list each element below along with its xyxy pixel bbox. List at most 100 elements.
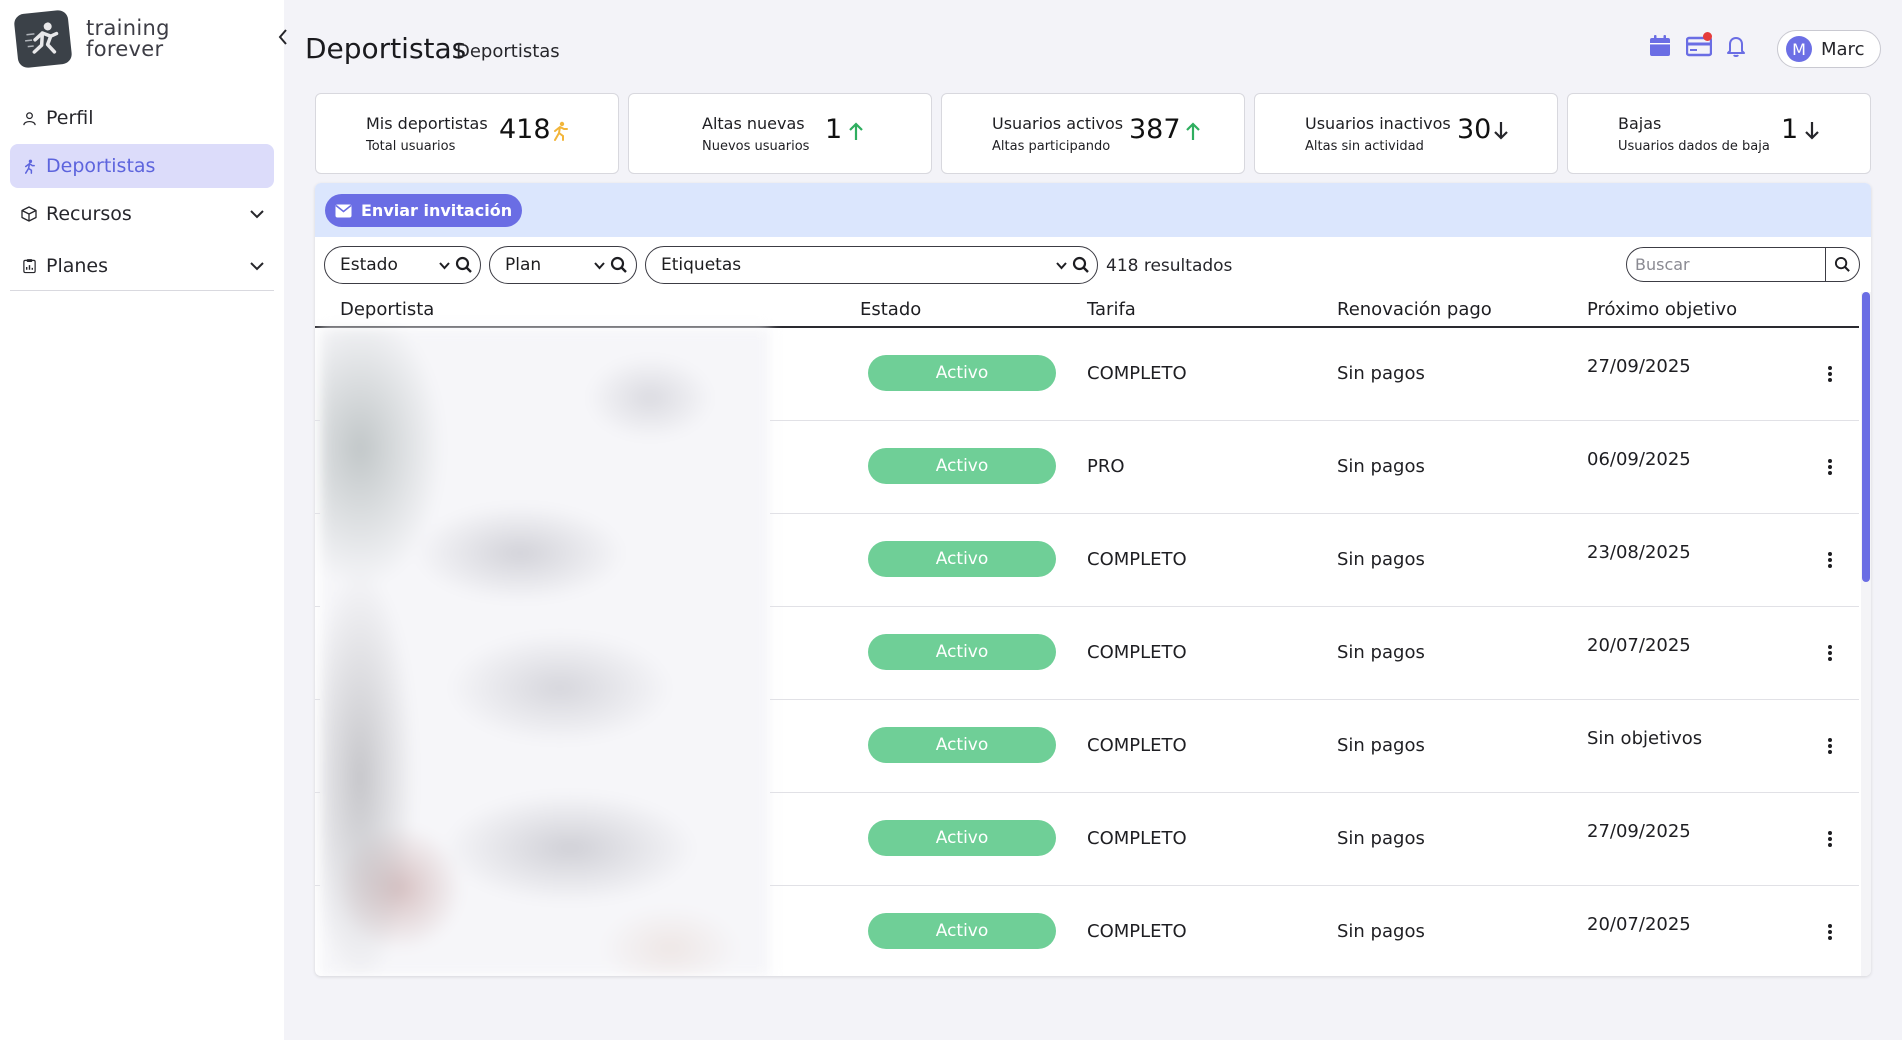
status-badge: Activo bbox=[868, 448, 1056, 484]
sidebar-item-perfil[interactable]: Perfil bbox=[10, 96, 274, 140]
scrollbar-thumb[interactable] bbox=[1862, 292, 1870, 582]
chevron-down-icon bbox=[250, 262, 264, 271]
stat-label: Usuarios inactivos bbox=[1305, 114, 1451, 133]
more-options-icon[interactable] bbox=[1821, 550, 1839, 570]
search-icon bbox=[1834, 256, 1850, 272]
status-badge: Activo bbox=[868, 913, 1056, 949]
search-input[interactable] bbox=[1626, 247, 1826, 282]
stat-card-usuarios-inactivos[interactable]: Usuarios inactivos Altas sin actividad 3… bbox=[1254, 93, 1558, 174]
clipboard-icon bbox=[20, 257, 38, 275]
renovacion-cell: Sin pagos bbox=[1337, 456, 1425, 477]
more-options-icon[interactable] bbox=[1821, 457, 1839, 477]
sidebar-item-deportistas[interactable]: Deportistas bbox=[10, 144, 274, 188]
athletes-panel: Enviar invitación Estado Plan Etiquetas … bbox=[315, 183, 1871, 976]
column-header-deportista[interactable]: Deportista bbox=[340, 299, 434, 320]
stat-sublabel: Usuarios dados de baja bbox=[1618, 139, 1770, 154]
search-button[interactable] bbox=[1825, 247, 1860, 282]
notification-dot bbox=[1703, 32, 1712, 41]
plan-filter-label: Plan bbox=[505, 255, 542, 275]
column-header-objetivo[interactable]: Próximo objetivo bbox=[1587, 299, 1737, 320]
stat-sublabel: Altas sin actividad bbox=[1305, 139, 1424, 154]
table-row[interactable]: Activo COMPLETO Sin pagos 20/07/2025 bbox=[315, 886, 1859, 976]
user-icon bbox=[20, 109, 38, 127]
status-badge: Activo bbox=[868, 355, 1056, 391]
table-header: Deportista Estado Tarifa Renovación pago… bbox=[315, 292, 1859, 328]
stat-value: 387 bbox=[1129, 114, 1181, 145]
envelope-icon bbox=[335, 204, 352, 217]
stat-value: 30 bbox=[1457, 114, 1492, 145]
calendar-icon[interactable] bbox=[1648, 34, 1672, 58]
table-row[interactable]: Activo COMPLETO Sin pagos Sin objetivos bbox=[315, 700, 1859, 793]
plan-filter[interactable]: Plan bbox=[489, 246, 637, 284]
status-badge: Activo bbox=[868, 634, 1056, 670]
more-options-icon[interactable] bbox=[1821, 922, 1839, 942]
tarifa-cell: COMPLETO bbox=[1087, 363, 1187, 384]
renovacion-cell: Sin pagos bbox=[1337, 363, 1425, 384]
objetivo-cell: Sin objetivos bbox=[1587, 728, 1703, 749]
stat-value: 418 bbox=[499, 114, 551, 145]
objetivo-cell: 27/09/2025 bbox=[1587, 821, 1691, 842]
runner-icon bbox=[554, 121, 568, 141]
table-row[interactable]: Activo COMPLETO Sin pagos 20/07/2025 bbox=[315, 607, 1859, 700]
actions-bar: Enviar invitación bbox=[315, 183, 1871, 237]
more-options-icon[interactable] bbox=[1821, 643, 1839, 663]
collapse-sidebar-button[interactable] bbox=[274, 26, 292, 48]
send-invitation-button[interactable]: Enviar invitación bbox=[325, 194, 523, 227]
estado-filter-label: Estado bbox=[340, 255, 398, 275]
stat-card-mis-deportistas[interactable]: Mis deportistas Total usuarios 418 bbox=[315, 93, 619, 174]
objetivo-cell: 06/09/2025 bbox=[1587, 449, 1691, 470]
brand-logo[interactable]: training forever bbox=[13, 9, 170, 69]
estado-filter[interactable]: Estado bbox=[324, 246, 481, 284]
table-row[interactable]: Activo COMPLETO Sin pagos 27/09/2025 bbox=[315, 328, 1859, 421]
table-row[interactable]: Activo COMPLETO Sin pagos 23/08/2025 bbox=[315, 514, 1859, 607]
column-header-estado[interactable]: Estado bbox=[860, 299, 921, 320]
table-row[interactable]: Activo PRO Sin pagos 06/09/2025 bbox=[315, 421, 1859, 514]
brand-line-2: forever bbox=[86, 37, 164, 61]
chevron-down-icon bbox=[439, 262, 450, 270]
avatar: M bbox=[1786, 36, 1812, 62]
bell-icon[interactable] bbox=[1724, 34, 1748, 58]
column-header-renovacion[interactable]: Renovación pago bbox=[1337, 299, 1492, 320]
stat-label: Bajas bbox=[1618, 114, 1662, 133]
objetivo-cell: 23/08/2025 bbox=[1587, 542, 1691, 563]
user-name: Marc bbox=[1821, 38, 1865, 60]
status-badge: Activo bbox=[868, 727, 1056, 763]
column-header-tarifa[interactable]: Tarifa bbox=[1087, 299, 1136, 320]
sidebar-item-label: Planes bbox=[46, 255, 109, 277]
sidebar-item-label: Perfil bbox=[46, 107, 94, 129]
header-actions bbox=[1648, 32, 1748, 58]
page-subtitle: Deportistas bbox=[456, 41, 560, 62]
objetivo-cell: 20/07/2025 bbox=[1587, 635, 1691, 656]
stat-card-altas-nuevas[interactable]: Altas nuevas Nuevos usuarios 1 bbox=[628, 93, 932, 174]
objetivo-cell: 20/07/2025 bbox=[1587, 914, 1691, 935]
stat-card-bajas[interactable]: Bajas Usuarios dados de baja 1 bbox=[1567, 93, 1871, 174]
more-options-icon[interactable] bbox=[1821, 364, 1839, 384]
arrow-up-icon bbox=[849, 122, 863, 140]
table-row[interactable]: Activo COMPLETO Sin pagos 27/09/2025 bbox=[315, 793, 1859, 886]
tarifa-cell: COMPLETO bbox=[1087, 735, 1187, 756]
stat-sublabel: Nuevos usuarios bbox=[702, 139, 810, 154]
stats-row: Mis deportistas Total usuarios 418 Altas… bbox=[315, 93, 1871, 174]
more-options-icon[interactable] bbox=[1821, 829, 1839, 849]
stat-sublabel: Altas participando bbox=[992, 139, 1111, 154]
etiquetas-filter[interactable]: Etiquetas bbox=[645, 246, 1098, 284]
stat-card-usuarios-activos[interactable]: Usuarios activos Altas participando 387 bbox=[941, 93, 1245, 174]
renovacion-cell: Sin pagos bbox=[1337, 921, 1425, 942]
arrow-up-icon bbox=[1186, 122, 1200, 140]
arrow-down-icon bbox=[1494, 122, 1508, 140]
more-options-icon[interactable] bbox=[1821, 736, 1839, 756]
sidebar-item-recursos[interactable]: Recursos bbox=[10, 192, 274, 236]
stat-value: 1 bbox=[825, 114, 843, 145]
search-icon bbox=[610, 256, 627, 273]
user-menu[interactable]: M Marc bbox=[1777, 30, 1881, 68]
tarifa-cell: COMPLETO bbox=[1087, 921, 1187, 942]
sidebar-item-planes[interactable]: Planes bbox=[10, 244, 274, 288]
arrow-down-icon bbox=[1805, 122, 1819, 140]
payment-card-icon[interactable] bbox=[1685, 32, 1713, 58]
sidebar-divider bbox=[10, 290, 274, 291]
runner-logo-icon bbox=[13, 9, 73, 69]
brand-line-1: training bbox=[86, 16, 170, 40]
tarifa-cell: COMPLETO bbox=[1087, 828, 1187, 849]
stat-label: Mis deportistas bbox=[366, 114, 488, 133]
page-title: Deportistas bbox=[305, 32, 467, 65]
